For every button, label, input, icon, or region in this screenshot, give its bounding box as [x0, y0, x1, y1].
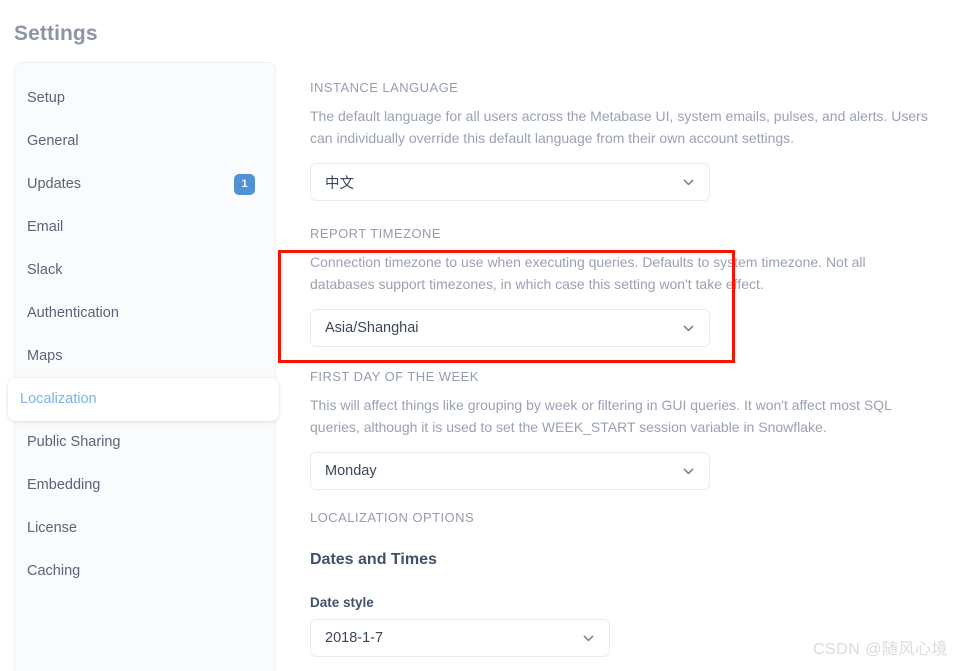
sidebar-item-label: Embedding: [27, 477, 101, 494]
sidebar-item-setup[interactable]: Setup: [15, 77, 275, 120]
date-style-field: Date style 2018-1-7: [310, 595, 610, 657]
sidebar-item-label: Email: [27, 219, 64, 236]
dates-and-times-title: Dates and Times: [310, 551, 437, 568]
sidebar-item-updates[interactable]: Updates 1: [15, 163, 275, 206]
sidebar-item-label: Public Sharing: [27, 434, 121, 451]
sidebar-item-label: Maps: [27, 348, 63, 365]
section-instance-language: INSTANCE LANGUAGE The default language f…: [310, 80, 930, 201]
date-style-value: 2018-1-7: [325, 630, 384, 646]
sidebar-item-localization-slot: Localization: [8, 378, 279, 421]
csdn-watermark: CSDN @随风心境: [812, 641, 948, 658]
sidebar-item-label: General: [27, 133, 79, 150]
report-timezone-select[interactable]: Asia/Shanghai: [310, 309, 710, 347]
date-style-label: Date style: [310, 595, 374, 610]
report-timezone-value: Asia/Shanghai: [325, 320, 419, 336]
first-day-of-week-value: Monday: [325, 463, 377, 479]
sidebar-item-public-sharing[interactable]: Public Sharing: [15, 421, 275, 464]
sidebar-item-label: Authentication: [27, 305, 119, 322]
date-style-select[interactable]: 2018-1-7: [310, 619, 610, 657]
section-localization-options: LOCALIZATION OPTIONS: [310, 510, 474, 535]
section-description: This will affect things like grouping by…: [310, 397, 892, 435]
instance-language-value: 中文: [325, 175, 354, 192]
dates-and-times-group: Dates and Times: [310, 551, 437, 569]
sidebar-item-label: Setup: [27, 90, 65, 107]
page-title: Settings: [14, 22, 98, 45]
sidebar-item-license[interactable]: License: [15, 507, 275, 550]
settings-sidebar: Setup General Updates 1 Email Slack Auth…: [8, 62, 279, 671]
sidebar-item-label: License: [27, 520, 77, 537]
sidebar-item-authentication[interactable]: Authentication: [15, 292, 275, 335]
sidebar-item-maps[interactable]: Maps: [15, 335, 275, 378]
sidebar-item-localization[interactable]: Localization: [8, 378, 279, 421]
section-heading: REPORT TIMEZONE: [310, 226, 441, 241]
sidebar-item-slack[interactable]: Slack: [15, 249, 275, 292]
settings-page: Settings Setup General Updates 1 Email S…: [0, 0, 966, 671]
section-report-timezone: REPORT TIMEZONE Connection timezone to u…: [310, 226, 930, 347]
instance-language-select[interactable]: 中文: [310, 163, 710, 201]
first-day-of-week-select[interactable]: Monday: [310, 452, 710, 490]
chevron-down-icon[interactable]: [682, 465, 695, 478]
sidebar-item-label: Caching: [27, 563, 81, 580]
sidebar-item-caching[interactable]: Caching: [15, 550, 275, 593]
section-first-day-of-week: FIRST DAY OF THE WEEK This will affect t…: [310, 369, 930, 490]
section-description: Connection timezone to use when executin…: [310, 254, 866, 292]
section-heading: INSTANCE LANGUAGE: [310, 80, 459, 95]
chevron-down-icon[interactable]: [582, 632, 595, 645]
section-heading: FIRST DAY OF THE WEEK: [310, 369, 479, 384]
sidebar-item-label: Updates: [27, 176, 82, 193]
updates-count-badge: 1: [234, 174, 255, 195]
sidebar-item-label: Slack: [27, 262, 63, 279]
sidebar-item-general[interactable]: General: [15, 120, 275, 163]
chevron-down-icon[interactable]: [682, 176, 695, 189]
sidebar-nav-list: Setup General Updates 1 Email Slack Auth…: [8, 77, 279, 593]
section-heading: LOCALIZATION OPTIONS: [310, 510, 475, 525]
sidebar-item-embedding[interactable]: Embedding: [15, 464, 275, 507]
sidebar-item-label: Localization: [20, 391, 97, 408]
section-description: The default language for all users acros…: [310, 108, 928, 146]
sidebar-item-email[interactable]: Email: [15, 206, 275, 249]
chevron-down-icon[interactable]: [682, 322, 695, 335]
